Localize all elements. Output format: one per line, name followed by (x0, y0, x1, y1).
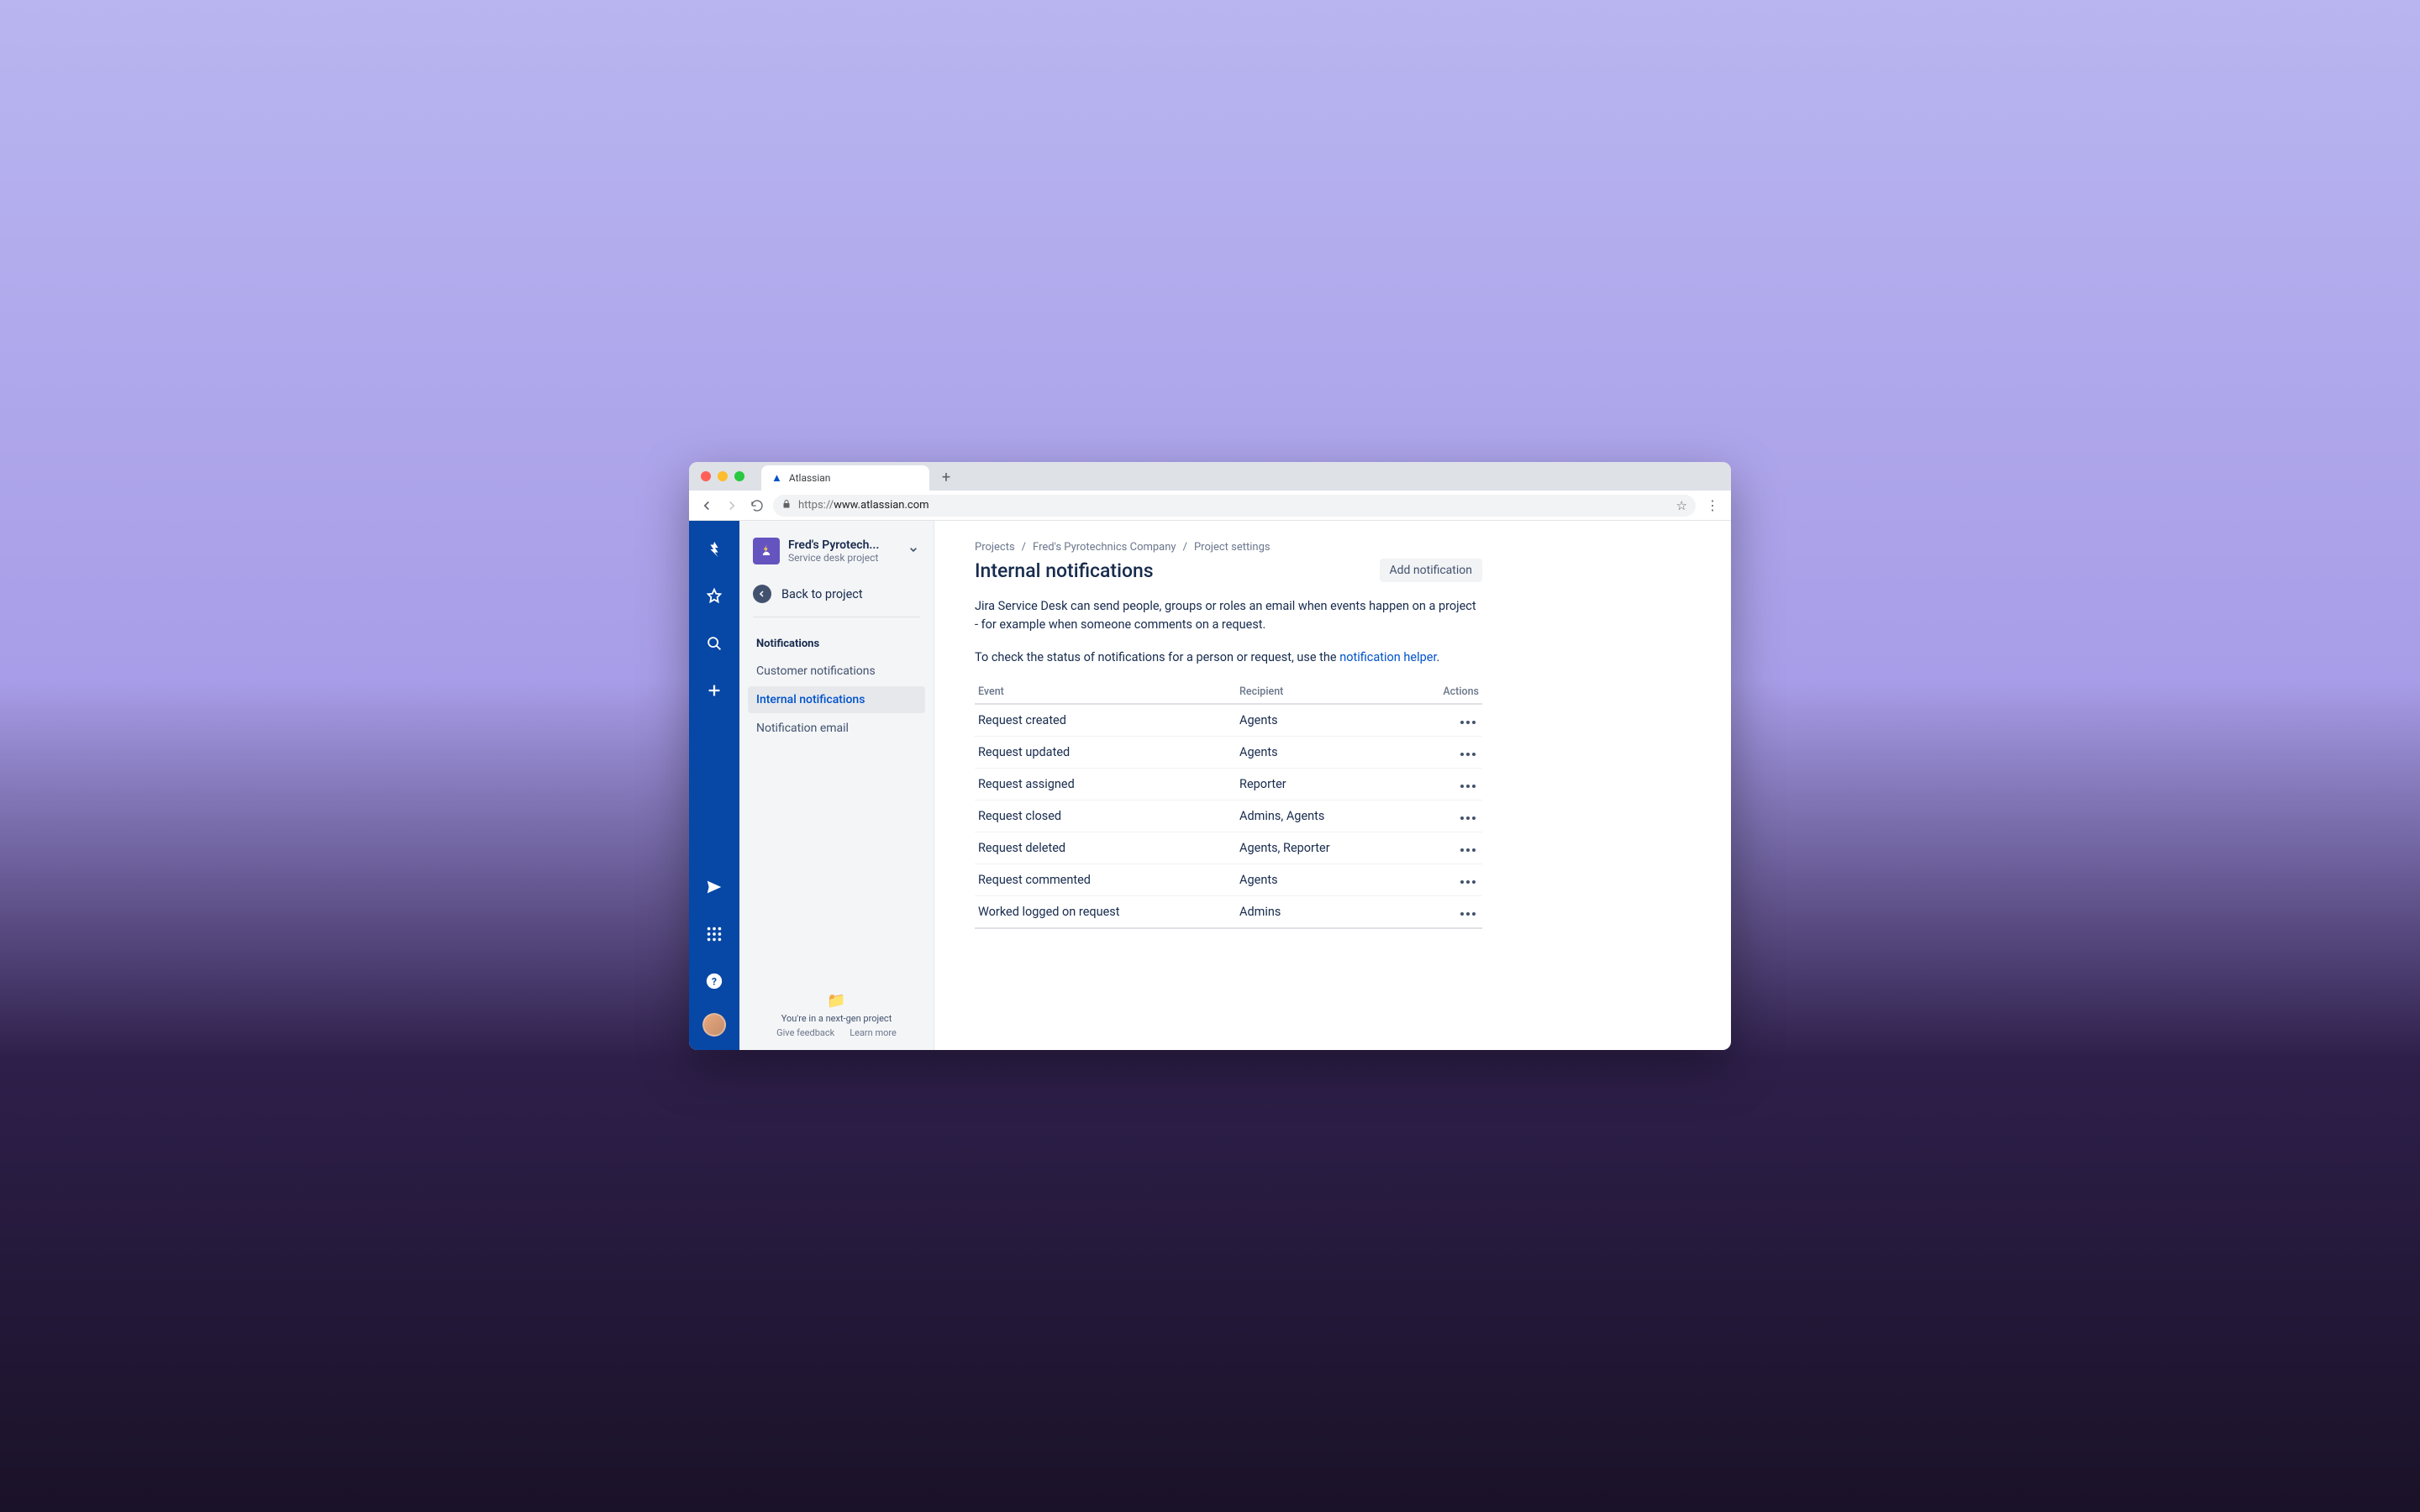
table-row: Worked logged on requestAdmins (975, 896, 1482, 929)
search-icon[interactable] (699, 628, 729, 659)
project-switcher[interactable]: Fred's Pyrotech... Service desk project (748, 538, 925, 578)
bookmark-star-icon[interactable]: ☆ (1676, 498, 1687, 513)
cell-recipient: Admins (1236, 896, 1407, 929)
back-arrow-icon (753, 585, 771, 603)
project-subtitle: Service desk project (788, 552, 898, 564)
table-row: Request commentedAgents (975, 864, 1482, 896)
project-name: Fred's Pyrotech... (788, 538, 898, 552)
col-recipient: Recipient (1236, 680, 1407, 704)
notifications-icon[interactable] (699, 872, 729, 902)
cell-event: Request commented (975, 864, 1236, 896)
col-event: Event (975, 680, 1236, 704)
project-sidebar: Fred's Pyrotech... Service desk project … (739, 521, 934, 1050)
close-window-button[interactable] (701, 471, 711, 481)
help-icon[interactable]: ? (699, 966, 729, 996)
url-input[interactable]: https://www.atlassian.com ☆ (773, 495, 1696, 517)
row-actions-button[interactable] (1457, 845, 1479, 855)
row-actions-button[interactable] (1457, 717, 1479, 727)
browser-tab-active[interactable]: ▲ Atlassian (761, 465, 929, 491)
reload-button[interactable] (748, 496, 766, 515)
page-title: Internal notifications (975, 559, 1154, 582)
sidebar-item-internal-notifications[interactable]: Internal notifications (748, 686, 925, 713)
table-body: Request createdAgentsRequest updatedAgen… (975, 704, 1482, 928)
cell-recipient: Reporter (1236, 769, 1407, 801)
footer-note: You're in a next-gen project (748, 1013, 925, 1024)
sidebar-footer: 📁 You're in a next-gen project Give feed… (748, 984, 925, 1038)
maximize-window-button[interactable] (734, 471, 744, 481)
jira-logo-icon[interactable] (699, 534, 729, 564)
cell-recipient: Agents, Reporter (1236, 832, 1407, 864)
helper-text: To check the status of notifications for… (975, 648, 1482, 667)
cell-event: Request closed (975, 801, 1236, 832)
cell-actions (1407, 864, 1482, 896)
cell-recipient: Agents (1236, 864, 1407, 896)
url-text: https://www.atlassian.com (798, 499, 1670, 512)
table-row: Request closedAdmins, Agents (975, 801, 1482, 832)
app-root: ? Fred's Pyrotech... Service desk projec… (689, 521, 1731, 1050)
notification-helper-link[interactable]: notification helper (1339, 650, 1436, 664)
notifications-table: Event Recipient Actions Request createdA… (975, 680, 1482, 929)
sidebar-item-notification-email[interactable]: Notification email (748, 715, 925, 742)
cell-actions (1407, 832, 1482, 864)
row-actions-button[interactable] (1457, 909, 1479, 919)
cell-event: Request created (975, 704, 1236, 737)
sidebar-section-title: Notifications (748, 631, 925, 657)
cell-event: Request assigned (975, 769, 1236, 801)
sidebar-item-customer-notifications[interactable]: Customer notifications (748, 658, 925, 685)
intro-text: Jira Service Desk can send people, group… (975, 597, 1482, 635)
breadcrumbs: Projects / Fred's Pyrotechnics Company /… (975, 541, 1482, 554)
row-actions-button[interactable] (1457, 813, 1479, 823)
give-feedback-link[interactable]: Give feedback (776, 1027, 834, 1038)
star-icon[interactable] (699, 581, 729, 612)
add-notification-button[interactable]: Add notification (1380, 559, 1483, 582)
cell-recipient: Agents (1236, 704, 1407, 737)
col-actions: Actions (1407, 680, 1482, 704)
table-row: Request assignedReporter (975, 769, 1482, 801)
crumb-project-settings[interactable]: Project settings (1194, 541, 1270, 554)
browser-address-bar: https://www.atlassian.com ☆ ⋮ (689, 491, 1731, 521)
window-controls (701, 471, 744, 481)
svg-text:?: ? (712, 976, 717, 988)
new-tab-button[interactable]: + (934, 465, 958, 489)
chevron-down-icon (907, 543, 920, 559)
learn-more-link[interactable]: Learn more (850, 1027, 897, 1038)
app-switcher-icon[interactable] (699, 919, 729, 949)
cell-actions (1407, 769, 1482, 801)
row-actions-button[interactable] (1457, 781, 1479, 791)
cell-recipient: Admins, Agents (1236, 801, 1407, 832)
folder-icon: 📁 (748, 992, 925, 1010)
cell-event: Request deleted (975, 832, 1236, 864)
cell-event: Request updated (975, 737, 1236, 769)
back-to-project-link[interactable]: Back to project (748, 578, 925, 617)
forward-button[interactable] (723, 496, 741, 515)
cell-actions (1407, 896, 1482, 929)
browser-window: ▲ Atlassian + https://www.atlassian.com … (689, 462, 1731, 1050)
crumb-project-name[interactable]: Fred's Pyrotechnics Company (1033, 541, 1176, 554)
project-icon (753, 538, 780, 564)
create-icon[interactable] (699, 675, 729, 706)
cell-actions (1407, 737, 1482, 769)
table-row: Request createdAgents (975, 704, 1482, 737)
row-actions-button[interactable] (1457, 877, 1479, 887)
cell-actions (1407, 801, 1482, 832)
global-nav: ? (689, 521, 739, 1050)
crumb-projects[interactable]: Projects (975, 541, 1015, 554)
table-row: Request deletedAgents, Reporter (975, 832, 1482, 864)
cell-recipient: Agents (1236, 737, 1407, 769)
tab-title: Atlassian (789, 472, 831, 484)
cell-actions (1407, 704, 1482, 737)
browser-menu-button[interactable]: ⋮ (1702, 497, 1723, 513)
atlassian-favicon-icon: ▲ (771, 471, 782, 485)
back-button[interactable] (697, 496, 716, 515)
row-actions-button[interactable] (1457, 749, 1479, 759)
user-avatar[interactable] (702, 1013, 726, 1037)
table-row: Request updatedAgents (975, 737, 1482, 769)
browser-tab-bar: ▲ Atlassian + (689, 462, 1731, 491)
minimize-window-button[interactable] (718, 471, 728, 481)
cell-event: Worked logged on request (975, 896, 1236, 929)
main-content: Projects / Fred's Pyrotechnics Company /… (934, 521, 1523, 1050)
lock-icon (781, 499, 792, 512)
back-label: Back to project (781, 587, 863, 601)
